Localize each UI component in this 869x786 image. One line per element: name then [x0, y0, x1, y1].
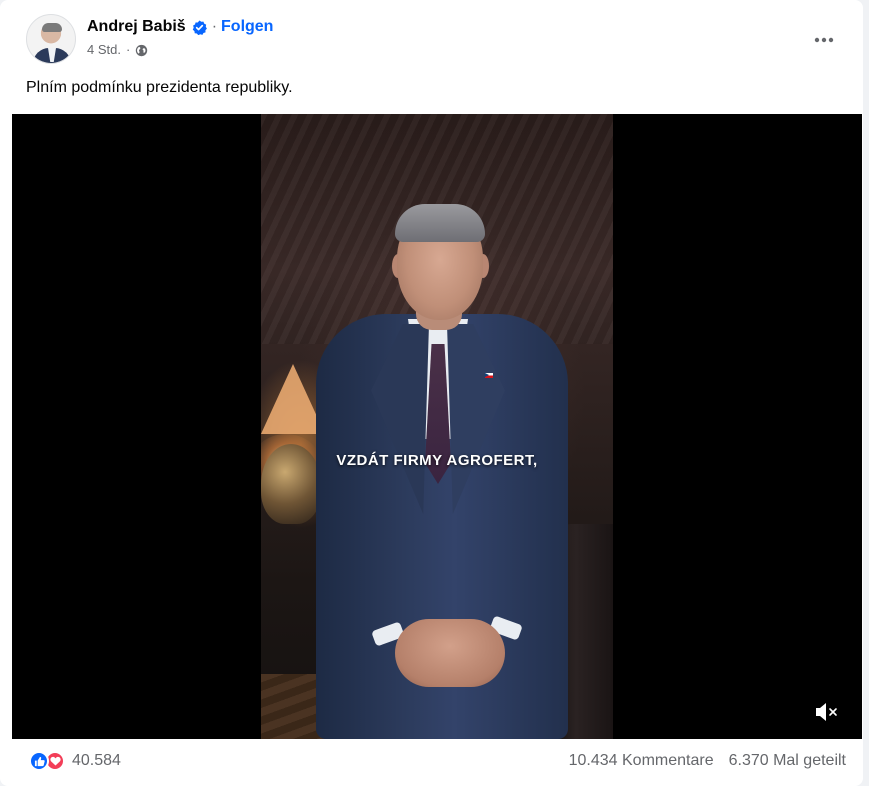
- video-frame: VZDÁT FIRMY AGROFERT,: [261, 114, 613, 739]
- czech-flag-pin-icon: [485, 373, 493, 378]
- more-dots-icon: [814, 37, 834, 43]
- post-meta: 4 Std. ·: [87, 41, 148, 59]
- speaker-muted-icon: [816, 703, 837, 721]
- video-caption: VZDÁT FIRMY AGROFERT,: [336, 452, 538, 469]
- author-avatar[interactable]: [26, 14, 76, 64]
- follow-button[interactable]: Folgen: [221, 17, 273, 37]
- shares-count[interactable]: 6.370 Mal geteilt: [729, 752, 846, 770]
- reactions-summary[interactable]: 40.584: [29, 751, 121, 771]
- video-player[interactable]: VZDÁT FIRMY AGROFERT,: [12, 114, 862, 739]
- like-reaction-icon: [29, 751, 49, 771]
- comments-count[interactable]: 10.434 Kommentare: [569, 752, 714, 770]
- reaction-count[interactable]: 40.584: [72, 752, 121, 770]
- more-options-button[interactable]: [806, 22, 842, 58]
- meta-separator: ·: [125, 42, 131, 57]
- post-card: Andrej Babiš · Folgen 4 Std. · Plním pod…: [0, 0, 863, 786]
- separator-dot: ·: [211, 18, 218, 35]
- person-hands: [395, 619, 505, 687]
- globe-icon[interactable]: [135, 44, 148, 57]
- post-timestamp[interactable]: 4 Std.: [87, 41, 121, 59]
- engagement-stats: 10.434 Kommentare 6.370 Mal geteilt: [569, 752, 846, 770]
- mute-button[interactable]: [811, 699, 843, 725]
- post-text: Plním podmínku prezidenta republiky.: [26, 79, 293, 96]
- author-name[interactable]: Andrej Babiš: [87, 17, 186, 37]
- author-row: Andrej Babiš · Folgen: [87, 17, 273, 37]
- verified-badge-icon: [192, 19, 207, 35]
